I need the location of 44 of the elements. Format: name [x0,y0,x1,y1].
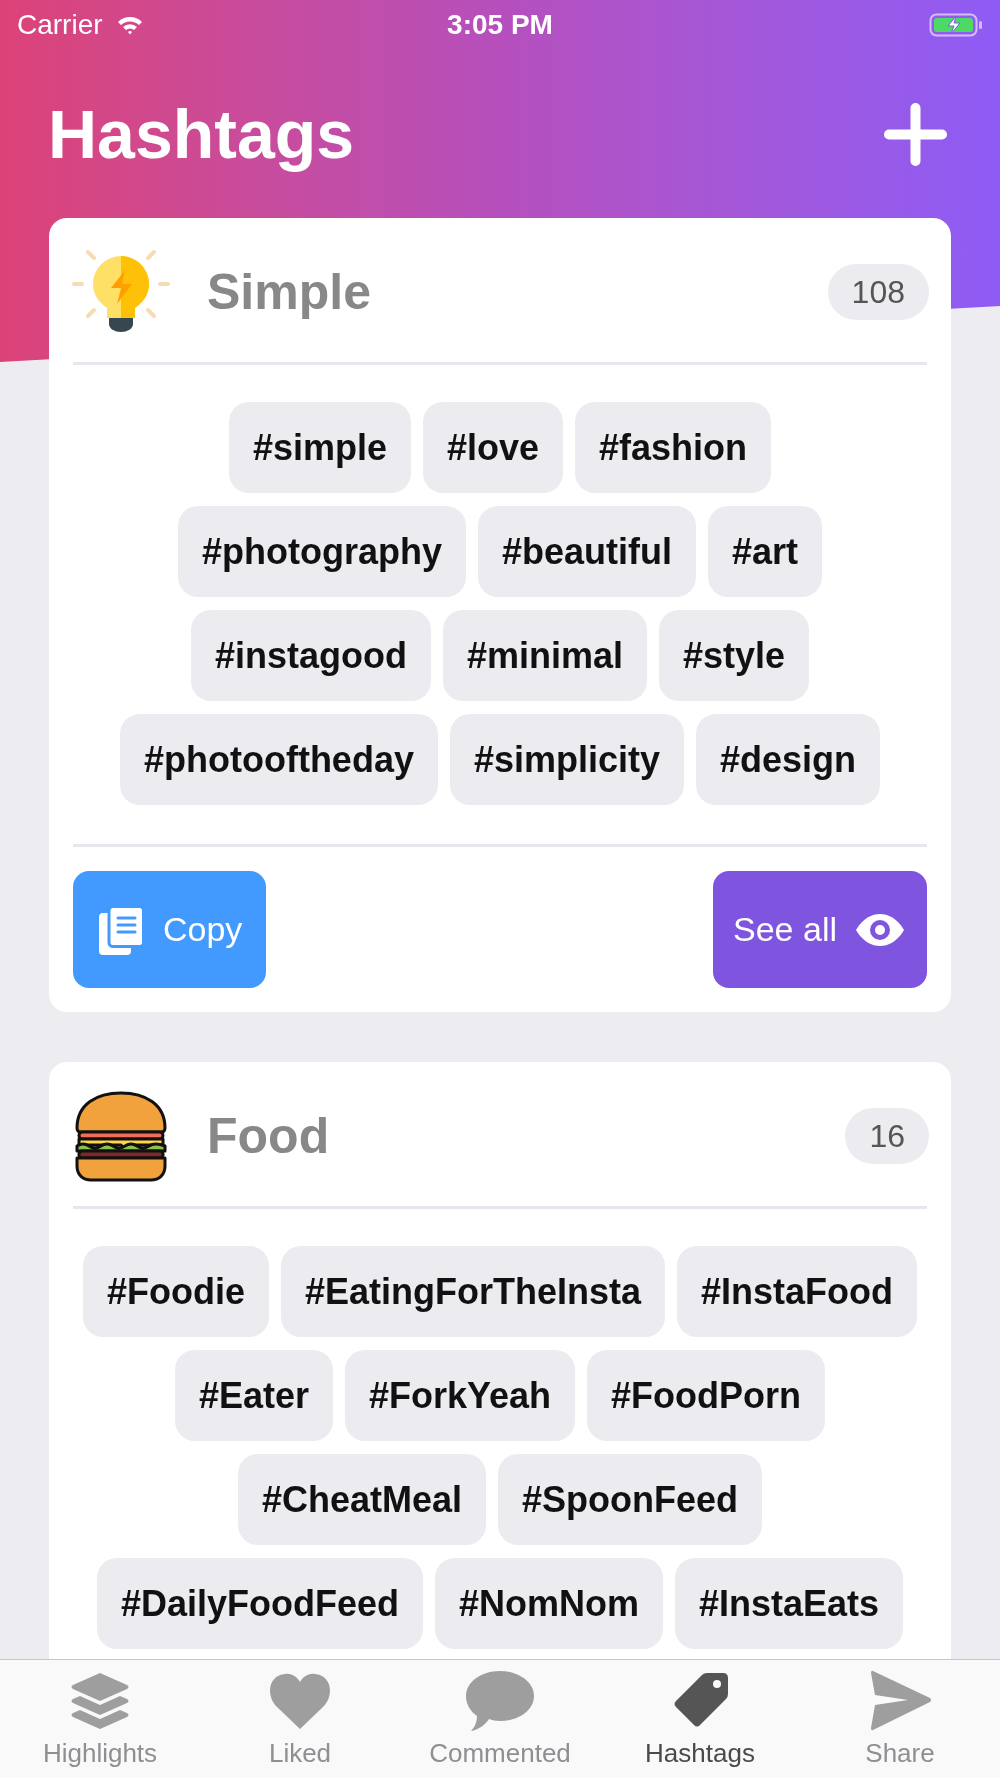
hashtag-chip: #EatingForTheInsta [280,1246,665,1337]
copy-button[interactable]: Copy [73,871,267,988]
paper-plane-icon [868,1669,932,1733]
hashtag-chip: #CheatMeal [237,1454,486,1545]
tag-count: 16 [845,1108,929,1164]
card-title: Food [207,1111,330,1161]
heart-icon [267,1671,333,1731]
hashtag-chip: #Eater [174,1350,333,1441]
hashtag-chip: #ForkYeah [345,1350,576,1441]
hashtag-chip: #fashion [575,402,772,493]
add-button[interactable] [884,102,947,166]
tab-button[interactable]: Commented [400,1660,600,1778]
tab-button[interactable]: Highlights [0,1660,200,1778]
hashtag-chip: #InstaFood [677,1246,918,1337]
hashtag-chip: #simple [228,402,411,493]
battery-charging-icon [929,13,983,37]
card-title: Simple [207,267,371,317]
hashtag-chip: #photography [177,506,466,597]
tab-button[interactable]: Liked [200,1660,400,1778]
hashtag-chip: #design [696,714,881,805]
speech-bubble-icon [465,1669,535,1733]
status-time: 3:05 PM [447,11,553,39]
tab-button[interactable]: Share [800,1660,1000,1778]
hashtag-chip: #beautiful [477,506,696,597]
hashtag-chip: #style [659,610,810,701]
eye-icon [855,912,905,947]
hashtag-chip: #InstaEats [675,1558,904,1649]
tab-button[interactable]: Hashtags [600,1660,800,1778]
hashtag-chip: #NomNom [434,1558,663,1649]
hashtag-chip: #love [423,402,564,493]
hashtag-chip: #Foodie [82,1246,269,1337]
hashtag-chip: #art [708,506,823,597]
see-all-button[interactable]: See all [713,871,927,988]
tag-count: 108 [827,264,929,320]
wifi-icon [116,15,143,35]
hashtag-chip: #simplicity [449,714,684,805]
hashtag-chip: #DailyFoodFeed [96,1558,423,1649]
hashtag-chip: #FoodPorn [587,1350,826,1441]
hashtag-chip: #instagood [190,610,431,701]
layers-icon [69,1670,131,1732]
hashtag-chip: #SpoonFeed [498,1454,763,1545]
hashtag-chip: #photooftheday [119,714,438,805]
carrier-label: Carrier [17,11,103,39]
hashtag-chip: #minimal [442,610,647,701]
